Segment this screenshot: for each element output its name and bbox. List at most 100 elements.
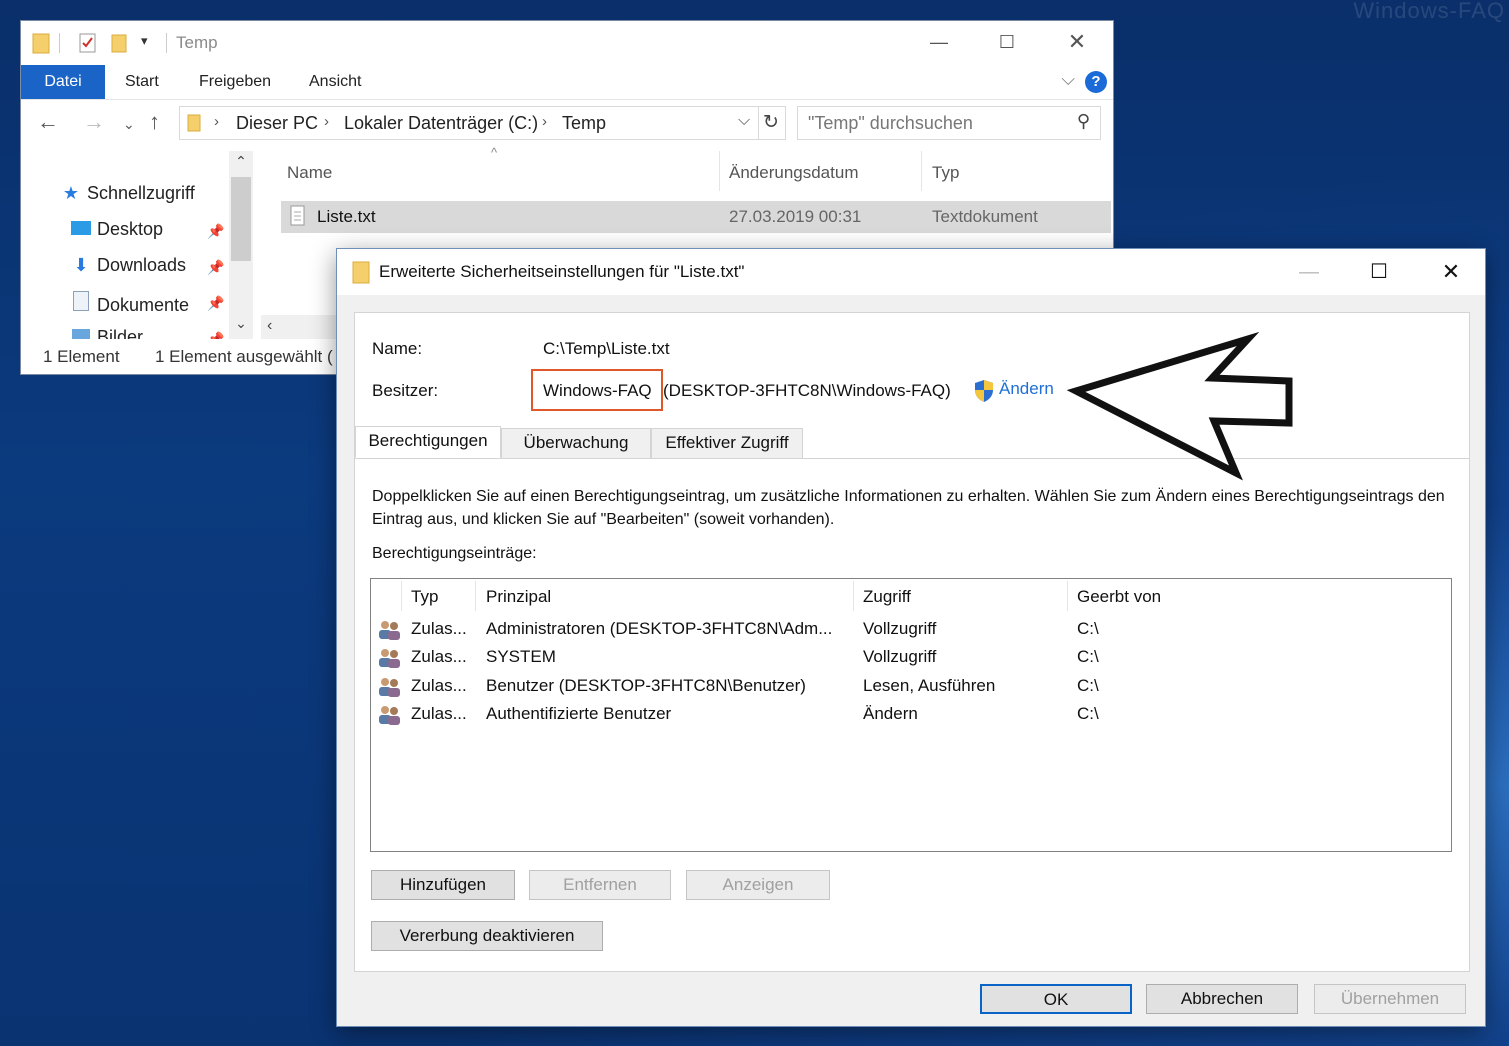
permission-entries-label: Berechtigungseinträge: [372,545,537,562]
new-folder-icon[interactable] [109,31,131,55]
file-name[interactable]: Liste.txt [317,207,376,227]
column-divider[interactable] [1067,581,1068,611]
tab-ansicht[interactable]: Ansicht [309,65,361,99]
file-modified: 27.03.2019 00:31 [729,207,862,226]
breadcrumb-temp[interactable]: Temp [562,113,606,134]
column-header-principal[interactable]: Prinzipal [486,587,551,607]
column-divider[interactable] [853,581,854,611]
scroll-up-icon[interactable]: ⌃ [229,153,253,170]
column-header-type[interactable]: Typ [411,587,438,607]
recent-locations-icon[interactable]: ⌄ [123,116,135,133]
sidebar-scrollbar[interactable]: ⌃ ⌄ [229,151,253,339]
star-icon: ★ [62,183,80,203]
ok-button[interactable]: OK [980,984,1132,1014]
maximize-button[interactable]: ☐ [987,27,1027,57]
view-button[interactable]: Anzeigen [686,870,830,900]
minimize-button[interactable]: — [919,27,959,57]
add-button[interactable]: Hinzufügen [371,870,515,900]
scrollbar-thumb[interactable] [231,177,251,261]
column-divider[interactable] [921,151,922,191]
uac-shield-icon [975,380,993,402]
breadcrumb-drive[interactable]: Lokaler Datenträger (C:) [344,113,538,134]
pictures-icon [69,327,93,339]
table-row[interactable]: Zulas... Authentifizierte Benutzer Änder… [371,701,1451,729]
advanced-security-dialog: Erweiterte Sicherheitseinstellungen für … [337,249,1485,1026]
column-header-inherited[interactable]: Geerbt von [1077,587,1161,607]
tab-auditing[interactable]: Überwachung [501,428,651,458]
tab-permissions[interactable]: Berechtigungen [355,426,501,458]
sidebar-item-label: Downloads [97,255,187,275]
status-selected: 1 Element ausgewählt ( [155,347,333,366]
file-type: Textdokument [932,207,1038,226]
table-row[interactable]: Zulas... SYSTEM Vollzugriff C:\ [371,644,1451,672]
pin-icon[interactable]: 📌 [207,331,224,339]
scroll-left-icon[interactable]: ‹ [267,317,272,335]
breadcrumb-dieser-pc[interactable]: Dieser PC [236,113,318,134]
up-arrow-icon[interactable]: ↑ [149,109,160,135]
cancel-button[interactable]: Abbrechen [1146,984,1298,1014]
close-button[interactable]: ✕ [1429,257,1473,287]
address-dropdown-icon[interactable]: ⌵ [738,112,750,130]
address-bar[interactable]: › Dieser PC › Lokaler Datenträger (C:) ›… [179,106,759,140]
sort-ascending-icon: ^ [491,145,498,160]
column-divider[interactable] [475,581,476,611]
name-value: C:\Temp\Liste.txt [543,339,670,358]
sidebar-item-pictures[interactable]: Bilder [69,327,143,339]
tab-start[interactable]: Start [125,65,159,99]
remove-button[interactable]: Entfernen [529,870,671,900]
back-arrow-icon[interactable]: ← [37,109,59,135]
minimize-button: — [1299,261,1319,283]
row-access: Vollzugriff [863,619,937,638]
table-row[interactable]: Zulas... Administratoren (DESKTOP-3FHTC8… [371,616,1451,644]
pin-icon[interactable]: 📌 [207,259,224,276]
name-label: Name: [372,339,423,358]
file-row[interactable]: Liste.txt 27.03.2019 00:31 Textdokument [281,201,1111,233]
sidebar-item-desktop[interactable]: Desktop [69,219,163,240]
properties-icon[interactable] [77,31,99,55]
row-principal: Benutzer (DESKTOP-3FHTC8N\Benutzer) [486,676,806,695]
column-header-access[interactable]: Zugriff [863,587,911,607]
refresh-icon[interactable]: ↻ [757,106,786,140]
column-header-name[interactable]: Name [287,163,332,183]
row-type: Zulas... [411,704,467,723]
folder-icon [32,33,50,54]
tab-datei[interactable]: Datei [21,65,105,99]
scroll-down-icon[interactable]: ⌄ [229,315,253,332]
close-button[interactable]: ✕ [1057,27,1097,57]
row-access: Lesen, Ausführen [863,676,996,695]
users-icon [379,706,400,725]
download-icon: ⬇ [73,255,89,275]
row-principal: Administratoren (DESKTOP-3FHTC8N\Adm... [486,619,833,638]
forward-arrow-icon[interactable]: → [83,109,105,135]
description-text: Doppelklicken Sie auf einen Berechtigung… [372,488,1445,528]
disable-inheritance-button[interactable]: Vererbung deaktivieren [371,921,603,951]
column-divider[interactable] [719,151,720,191]
quick-access-dropdown-icon[interactable]: ▾ [141,33,148,49]
column-header-modified[interactable]: Änderungsdatum [729,163,858,183]
breadcrumb-separator-icon: › [214,113,219,130]
pin-icon[interactable]: 📌 [207,295,224,312]
help-button[interactable]: ? [1085,71,1107,93]
column-header-type[interactable]: Typ [932,163,959,183]
search-box[interactable]: "Temp" durchsuchen ⚲ [797,106,1101,140]
document-icon [69,291,93,316]
search-input[interactable]: "Temp" durchsuchen [808,113,973,134]
dialog-content-panel: Name: C:\Temp\Liste.txt Besitzer: Window… [354,312,1470,972]
row-access: Ändern [863,704,918,723]
apply-button[interactable]: Übernehmen [1314,984,1466,1014]
column-divider[interactable] [401,581,402,611]
tab-freigeben[interactable]: Freigeben [199,65,271,99]
pin-icon[interactable]: 📌 [207,223,224,240]
sidebar-item-quick-access[interactable]: ★ Schnellzugriff [59,183,195,204]
change-owner-link[interactable]: Ändern [999,379,1054,399]
ribbon-expand-icon[interactable]: ⌵ [1061,69,1075,90]
users-icon [379,678,400,697]
status-item-count: 1 Element [43,347,120,366]
sidebar-item-documents[interactable]: Dokumente [69,291,189,316]
table-row[interactable]: Zulas... Benutzer (DESKTOP-3FHTC8N\Benut… [371,673,1451,701]
maximize-button[interactable]: ☐ [1357,257,1401,287]
permission-entries-list[interactable]: Typ Prinzipal Zugriff Geerbt von Zulas..… [370,578,1452,852]
sidebar-item-downloads[interactable]: ⬇ Downloads [69,255,186,276]
text-file-icon [290,205,305,226]
tab-effective-access[interactable]: Effektiver Zugriff [651,428,803,458]
